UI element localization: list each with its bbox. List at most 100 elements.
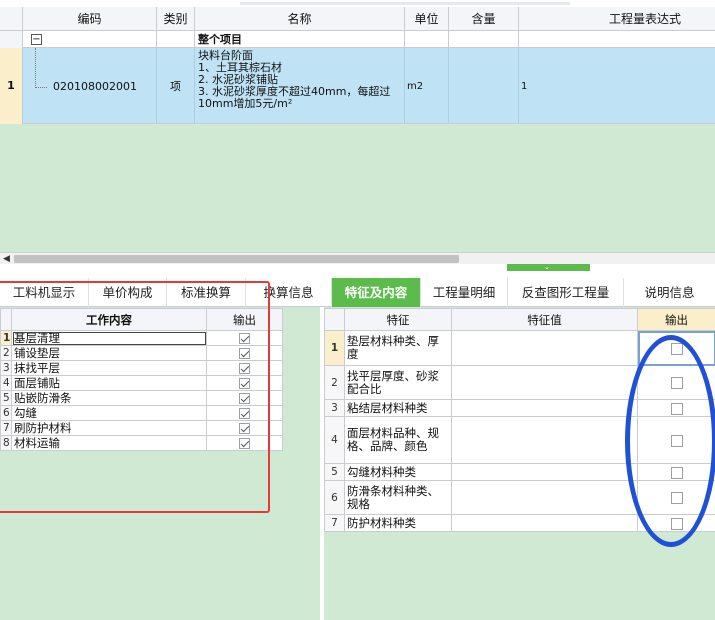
output-cell[interactable] xyxy=(637,330,715,366)
row-number[interactable]: 1 xyxy=(324,330,345,366)
row-number[interactable]: 1 xyxy=(0,48,23,124)
work-content-header[interactable]: 工作内容 xyxy=(11,308,207,331)
table-row[interactable]: 1 基层清理 xyxy=(0,330,283,346)
output-cell[interactable] xyxy=(206,360,283,376)
output-checkbox[interactable] xyxy=(239,348,250,359)
feature-cell[interactable]: 防护材料种类 xyxy=(344,514,452,532)
feature-value-cell[interactable] xyxy=(451,330,638,366)
output-checkbox[interactable] xyxy=(670,342,683,355)
feature-cell[interactable]: 勾缝材料种类 xyxy=(344,463,452,481)
work-content-cell[interactable]: 面层铺贴 xyxy=(11,375,207,391)
table-row[interactable]: 4 面层材料品种、规格、品牌、颜色 xyxy=(324,416,715,464)
output-cell[interactable] xyxy=(637,365,715,400)
feature-value-cell[interactable] xyxy=(451,416,638,464)
item-name[interactable]: 块料台阶面 1、土耳其棕石材 2. 水泥砂浆铺贴 3. 水泥砂浆厚度不超过40m… xyxy=(195,48,405,124)
item-content[interactable] xyxy=(449,48,519,124)
table-row[interactable]: 3 抹找平层 xyxy=(0,360,283,376)
output-cell[interactable] xyxy=(206,345,283,361)
row-number[interactable]: 5 xyxy=(324,463,345,481)
header-expression[interactable]: 工程量表达式 xyxy=(519,7,715,31)
output-checkbox[interactable] xyxy=(239,378,250,389)
feature-value-cell[interactable] xyxy=(451,463,638,481)
tab-description[interactable]: 说明信息 xyxy=(624,278,715,307)
output-cell[interactable] xyxy=(206,405,283,421)
tab-quantity-detail[interactable]: 工程量明细 xyxy=(421,278,508,307)
output-cell[interactable] xyxy=(206,375,283,391)
item-unit[interactable]: m2 xyxy=(405,48,449,124)
output-checkbox[interactable] xyxy=(670,517,683,530)
tab-features-content[interactable]: 特征及内容 xyxy=(332,278,421,307)
row-number[interactable]: 6 xyxy=(0,405,12,421)
work-content-cell[interactable]: 刷防护材料 xyxy=(11,420,207,436)
feature-cell[interactable]: 面层材料品种、规格、品牌、颜色 xyxy=(344,416,452,464)
group-row[interactable]: − 整个项目 xyxy=(0,31,715,48)
work-content-cell[interactable]: 材料运输 xyxy=(11,435,207,451)
feature-cell[interactable]: 找平层厚度、砂浆配合比 xyxy=(344,365,452,400)
tab-unit-price[interactable]: 单价构成 xyxy=(89,278,167,307)
work-content-cell[interactable]: 基层清理 xyxy=(11,330,207,346)
table-row[interactable]: 6 防滑条材料种类、规格 xyxy=(324,480,715,515)
feature-value-cell[interactable] xyxy=(451,399,638,417)
row-number[interactable]: 6 xyxy=(324,480,345,515)
feature-value-cell[interactable] xyxy=(451,514,638,532)
table-row[interactable]: 1 垫层材料种类、厚度 xyxy=(324,330,715,366)
header-name[interactable]: 名称 xyxy=(195,7,405,31)
row-number[interactable]: 7 xyxy=(324,514,345,532)
tab-material-display[interactable]: 工料机显示 xyxy=(0,278,89,307)
row-number[interactable]: 1 xyxy=(0,330,12,346)
header-unit[interactable]: 单位 xyxy=(405,7,449,31)
feature-cell[interactable]: 防滑条材料种类、规格 xyxy=(344,480,452,515)
row-number[interactable]: 4 xyxy=(0,375,12,391)
output-checkbox[interactable] xyxy=(670,402,683,415)
collapse-toggle-icon[interactable]: − xyxy=(31,34,42,45)
output-checkbox[interactable] xyxy=(670,434,683,447)
output-cell[interactable] xyxy=(637,416,715,464)
feature-header[interactable]: 特征 xyxy=(344,308,452,331)
feature-cell[interactable]: 粘结层材料种类 xyxy=(344,399,452,417)
output-cell[interactable] xyxy=(637,514,715,532)
table-row[interactable]: 8 材料运输 xyxy=(0,435,283,451)
row-number[interactable]: 3 xyxy=(324,399,345,417)
work-content-cell[interactable]: 贴嵌防滑条 xyxy=(11,390,207,406)
row-number[interactable]: 8 xyxy=(0,435,12,451)
row-number[interactable]: 7 xyxy=(0,420,12,436)
output-checkbox[interactable] xyxy=(670,377,683,389)
table-row[interactable]: 5 勾缝材料种类 xyxy=(324,463,715,481)
table-row[interactable]: 4 面层铺贴 xyxy=(0,375,283,391)
output-checkbox[interactable] xyxy=(239,363,250,374)
work-content-cell[interactable]: 抹找平层 xyxy=(11,360,207,376)
output-cell[interactable] xyxy=(206,330,283,346)
table-row[interactable]: 7 刷防护材料 xyxy=(0,420,283,436)
feature-value-cell[interactable] xyxy=(451,480,638,515)
output-checkbox[interactable] xyxy=(239,333,250,344)
work-output-header[interactable]: 输出 xyxy=(206,308,283,331)
tab-standard-conversion[interactable]: 标准换算 xyxy=(167,278,246,307)
header-type[interactable]: 类别 xyxy=(157,7,195,31)
table-row[interactable]: 6 勾缝 xyxy=(0,405,283,421)
work-content-cell[interactable]: 铺设垫层 xyxy=(11,345,207,361)
output-cell[interactable] xyxy=(206,390,283,406)
item-expression[interactable]: 1 xyxy=(519,48,715,124)
pane-splitter-handle[interactable]: ⌄ xyxy=(507,263,590,271)
work-content-cell[interactable]: 勾缝 xyxy=(11,405,207,421)
output-cell[interactable] xyxy=(637,463,715,481)
tab-conversion-info[interactable]: 换算信息 xyxy=(246,278,332,307)
feature-value-header[interactable]: 特征值 xyxy=(451,308,638,331)
header-content[interactable]: 含量 xyxy=(449,7,519,31)
table-row[interactable]: 5 贴嵌防滑条 xyxy=(0,390,283,406)
feature-value-cell[interactable] xyxy=(451,365,638,400)
item-code-cell[interactable]: 020108002001 xyxy=(23,48,157,124)
output-cell[interactable] xyxy=(206,420,283,436)
output-checkbox[interactable] xyxy=(670,466,683,479)
output-checkbox[interactable] xyxy=(239,423,250,434)
header-code[interactable]: 编码 xyxy=(23,7,157,31)
item-type[interactable]: 项 xyxy=(157,48,195,124)
output-checkbox[interactable] xyxy=(239,438,250,449)
output-checkbox[interactable] xyxy=(670,492,683,504)
table-row[interactable]: 3 粘结层材料种类 xyxy=(324,399,715,417)
row-number[interactable]: 3 xyxy=(0,360,12,376)
horizontal-scrollbar[interactable]: ◀ xyxy=(0,252,715,264)
table-row[interactable]: 1 020108002001 项 块料台阶面 1、土耳其棕石材 2. 水泥砂浆铺… xyxy=(0,48,715,124)
tab-reverse-graphic-quantity[interactable]: 反查图形工程量 xyxy=(508,278,624,307)
output-cell[interactable] xyxy=(206,435,283,451)
